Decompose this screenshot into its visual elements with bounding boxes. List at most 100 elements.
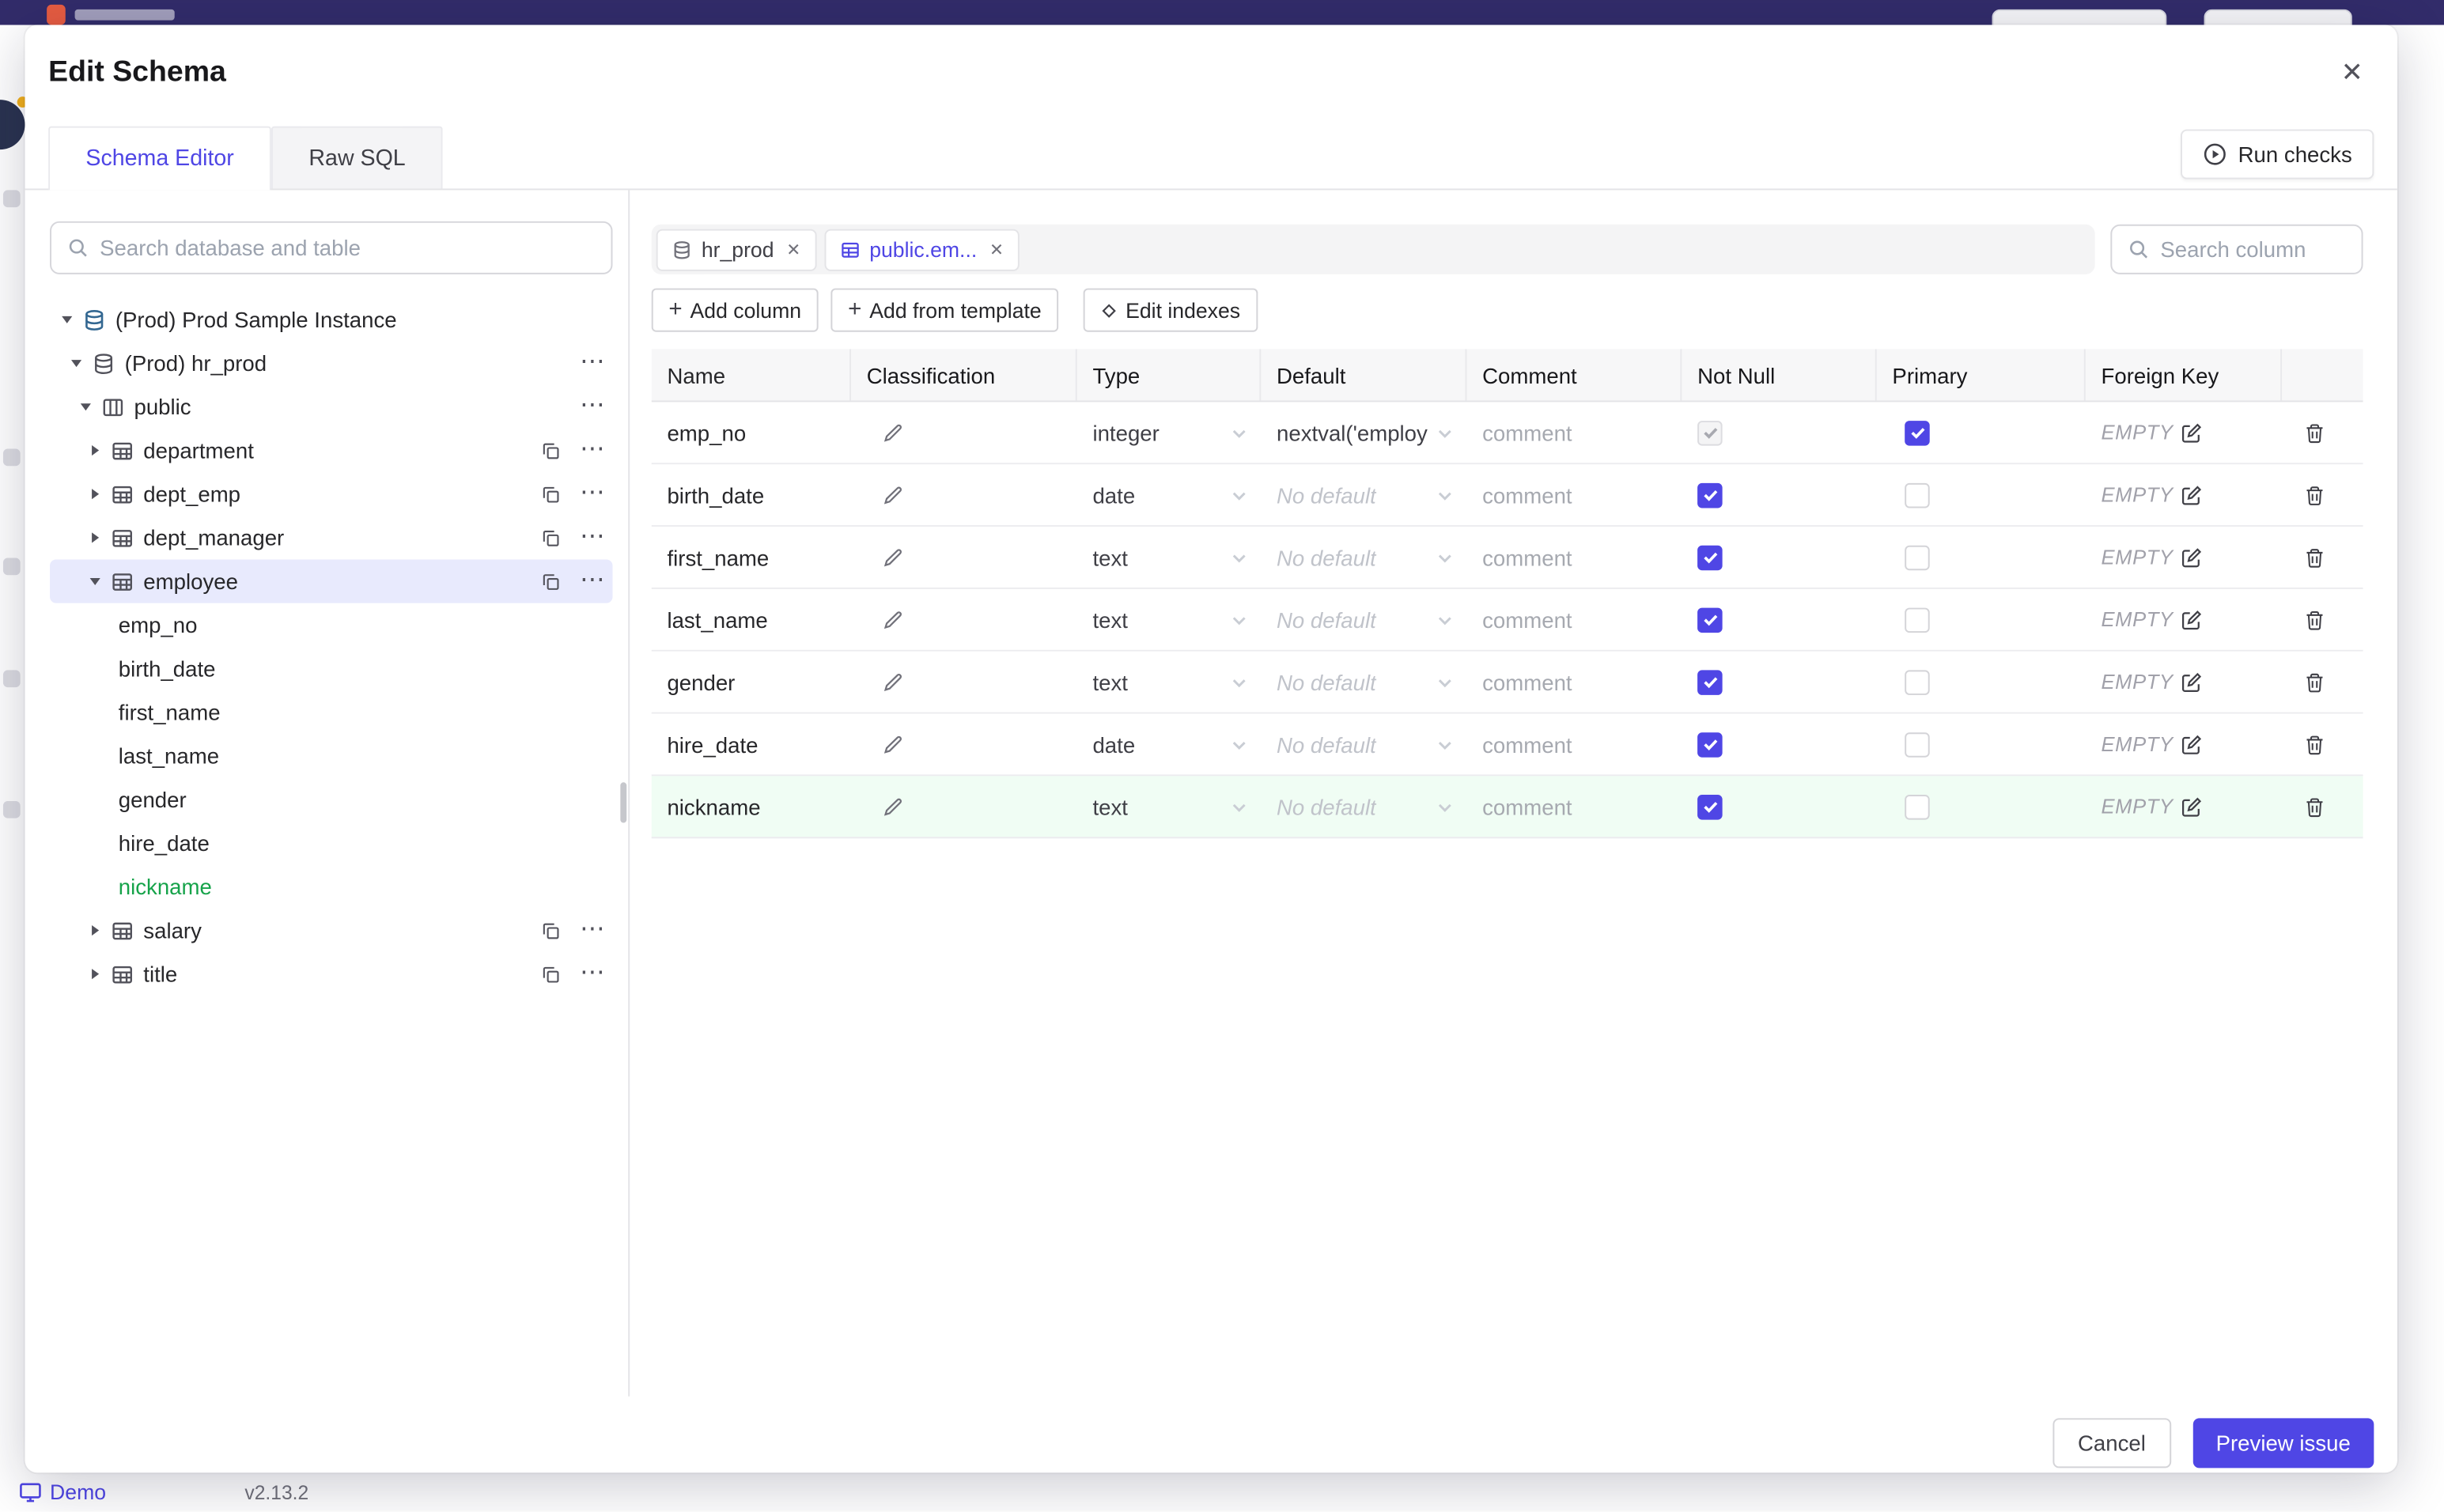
tree-item-nickname[interactable]: nickname (50, 865, 612, 909)
default-select[interactable]: No default (1261, 714, 1466, 775)
delete-column-icon[interactable] (2303, 421, 2325, 444)
more-menu-icon[interactable]: ⋯ (580, 568, 607, 594)
type-select[interactable]: date (1077, 464, 1262, 525)
column-name-cell[interactable]: hire_date (652, 714, 851, 775)
delete-column-icon[interactable] (2303, 733, 2325, 755)
type-select[interactable]: text (1077, 527, 1262, 588)
primary-checkbox[interactable] (1905, 420, 1930, 445)
close-icon[interactable]: ✕ (2330, 51, 2374, 95)
classification-edit-icon[interactable] (882, 421, 904, 444)
column-name-cell[interactable]: nickname (652, 776, 851, 837)
foreign-key-edit-icon[interactable] (2181, 609, 2204, 631)
type-select[interactable]: text (1077, 652, 1262, 713)
comment-input[interactable] (1482, 544, 1670, 570)
search-database-input[interactable] (100, 235, 596, 261)
copy-icon[interactable] (541, 571, 562, 592)
classification-edit-icon[interactable] (882, 671, 904, 693)
classification-edit-icon[interactable] (882, 546, 904, 569)
not-null-checkbox[interactable] (1697, 544, 1723, 570)
comment-input[interactable] (1482, 482, 1670, 508)
copy-icon[interactable] (541, 964, 562, 985)
tree-item-emp_no[interactable]: emp_no (50, 603, 612, 647)
copy-icon[interactable] (541, 920, 562, 941)
default-select[interactable]: nextval('employ (1261, 402, 1466, 463)
add-from-template-button[interactable]: + Add from template (830, 288, 1059, 332)
tree-item-salary[interactable]: salary ⋯ (50, 909, 612, 952)
comment-input[interactable] (1482, 669, 1670, 694)
tree-item-first_name[interactable]: first_name (50, 690, 612, 734)
close-icon[interactable]: ✕ (786, 240, 800, 259)
foreign-key-edit-icon[interactable] (2181, 733, 2204, 755)
primary-checkbox[interactable] (1905, 544, 1930, 570)
column-name-cell[interactable]: first_name (652, 527, 851, 588)
chevron-right-icon[interactable] (84, 923, 106, 939)
tree-item-public[interactable]: public ⋯ (50, 385, 612, 429)
not-null-checkbox[interactable] (1697, 669, 1723, 694)
foreign-key-edit-icon[interactable] (2181, 421, 2204, 444)
chevron-right-icon[interactable] (84, 966, 106, 982)
tree-item-dept_emp[interactable]: dept_emp ⋯ (50, 472, 612, 516)
default-select[interactable]: No default (1261, 652, 1466, 713)
delete-column-icon[interactable] (2303, 609, 2325, 631)
default-select[interactable]: No default (1261, 527, 1466, 588)
search-column-input[interactable] (2160, 236, 2346, 263)
copy-icon[interactable] (541, 440, 562, 461)
foreign-key-edit-icon[interactable] (2181, 796, 2204, 818)
tab-chip-hr-prod[interactable]: hr_prod ✕ (656, 228, 817, 270)
tree-item-gender[interactable]: gender (50, 777, 612, 821)
delete-column-icon[interactable] (2303, 796, 2325, 818)
classification-edit-icon[interactable] (882, 609, 904, 631)
foreign-key-edit-icon[interactable] (2181, 546, 2204, 569)
default-select[interactable]: No default (1261, 776, 1466, 837)
not-null-checkbox[interactable] (1697, 420, 1723, 445)
tab-raw-sql[interactable]: Raw SQL (271, 126, 444, 189)
tree-item-dept_manager[interactable]: dept_manager ⋯ (50, 516, 612, 559)
not-null-checkbox[interactable] (1697, 607, 1723, 633)
edit-indexes-button[interactable]: Edit indexes (1083, 288, 1258, 332)
chevron-right-icon[interactable] (84, 486, 106, 502)
not-null-checkbox[interactable] (1697, 794, 1723, 819)
tree-item-last_name[interactable]: last_name (50, 734, 612, 777)
type-select[interactable]: date (1077, 714, 1262, 775)
type-select[interactable]: integer (1077, 402, 1262, 463)
more-menu-icon[interactable]: ⋯ (580, 437, 607, 463)
comment-input[interactable] (1482, 794, 1670, 819)
tab-chip-public-employee[interactable]: public.em... ✕ (824, 228, 1020, 270)
close-icon[interactable]: ✕ (989, 240, 1004, 259)
column-name-cell[interactable]: gender (652, 652, 851, 713)
primary-checkbox[interactable] (1905, 731, 1930, 757)
tree-item-title[interactable]: title ⋯ (50, 952, 612, 996)
tree-item-prod-hr_prod[interactable]: (Prod) hr_prod ⋯ (50, 342, 612, 385)
classification-edit-icon[interactable] (882, 484, 904, 506)
default-select[interactable]: No default (1261, 464, 1466, 525)
chevron-down-icon[interactable] (56, 312, 78, 327)
more-menu-icon[interactable]: ⋯ (580, 524, 607, 550)
scrollbar-thumb[interactable] (620, 782, 627, 823)
demo-link[interactable]: Demo (19, 1480, 106, 1504)
column-name-cell[interactable]: emp_no (652, 402, 851, 463)
more-menu-icon[interactable]: ⋯ (580, 917, 607, 943)
preview-issue-button[interactable]: Preview issue (2192, 1418, 2374, 1469)
delete-column-icon[interactable] (2303, 484, 2325, 506)
not-null-checkbox[interactable] (1697, 482, 1723, 508)
column-name-cell[interactable]: birth_date (652, 464, 851, 525)
classification-edit-icon[interactable] (882, 796, 904, 818)
tree-item-hire_date[interactable]: hire_date (50, 822, 612, 865)
primary-checkbox[interactable] (1905, 794, 1930, 819)
tree-item-prod-prod-sample-instance[interactable]: (Prod) Prod Sample Instance (50, 297, 612, 341)
delete-column-icon[interactable] (2303, 546, 2325, 569)
cancel-button[interactable]: Cancel (2052, 1418, 2171, 1469)
tree-item-department[interactable]: department ⋯ (50, 429, 612, 472)
comment-input[interactable] (1482, 420, 1670, 445)
default-select[interactable]: No default (1261, 589, 1466, 650)
chevron-down-icon[interactable] (84, 573, 106, 589)
tab-schema-editor[interactable]: Schema Editor (48, 126, 272, 191)
not-null-checkbox[interactable] (1697, 731, 1723, 757)
more-menu-icon[interactable]: ⋯ (580, 394, 607, 420)
chevron-down-icon[interactable] (75, 399, 97, 414)
copy-icon[interactable] (541, 484, 562, 505)
tree-item-employee[interactable]: employee ⋯ (50, 559, 613, 603)
more-menu-icon[interactable]: ⋯ (580, 481, 607, 507)
type-select[interactable]: text (1077, 589, 1262, 650)
type-select[interactable]: text (1077, 776, 1262, 837)
